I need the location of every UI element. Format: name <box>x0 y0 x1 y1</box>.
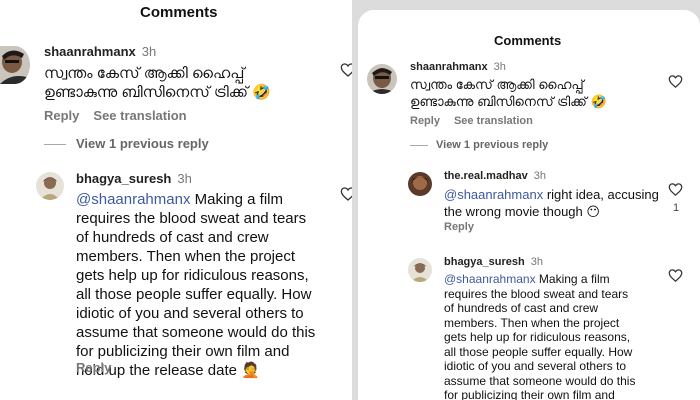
mention-link[interactable]: @shaanrahmanx <box>76 191 190 208</box>
comment-text-line: members. Then when the project <box>76 248 296 265</box>
comment-text: സ്വന്തം കേസ് ആക്കി ഹൈപ്പ് ഉണ്ടാകുന്നു ബി… <box>410 76 607 110</box>
comment-time: 3h <box>177 171 192 186</box>
comment-actions: Reply <box>76 360 111 375</box>
view-previous-replies[interactable]: View 1 previous reply <box>410 139 548 151</box>
comment-time: 3h <box>493 61 506 73</box>
comment-text-line: right idea, accusing <box>543 187 659 202</box>
comment-actions: Reply See translation <box>44 108 187 123</box>
comment-time: 3h <box>141 44 157 59</box>
comment-text-line: hold up the release date 🤦 <box>76 362 260 379</box>
comment-text: സ്വന്തം കേസ് ആക്കി ഹൈപ്പ് ഉണ്ടാകുന്നു ബി… <box>44 64 271 102</box>
comment-text-line: gets help up for ridiculous reasons, <box>444 330 631 344</box>
comment-text-line: Making a film <box>535 272 610 286</box>
comment-text-line: സ്വന്തം കേസ് ആക്കി ഹൈപ്പ് <box>44 65 245 82</box>
comment-time: 3h <box>530 256 543 268</box>
comments-title: Comments <box>494 33 562 48</box>
mention-link[interactable]: @shaanrahmanx <box>444 187 543 202</box>
comment-actions: Reply See translation <box>410 115 533 127</box>
mention-link[interactable]: @shaanrahmanx <box>444 272 536 286</box>
comment-text-line: requires the blood sweat and tears <box>444 286 629 301</box>
comment-username[interactable]: bhagya_suresh 3h <box>76 171 192 186</box>
avatar[interactable] <box>367 64 397 94</box>
comment-text-line: all those people suffer equally. How <box>76 286 312 303</box>
reply-button[interactable]: Reply <box>410 115 440 127</box>
heart-icon[interactable] <box>340 62 352 78</box>
comment-text-line: of hundreds of cast and crew <box>76 229 269 246</box>
avatar[interactable] <box>36 172 64 200</box>
comments-sheet: Comments shaanrahmanx 3h സ്വന്തം കേസ് ആക്… <box>358 10 700 400</box>
comment-text: @shaanrahmanx Making a film requires the… <box>76 190 315 380</box>
see-translation-button[interactable]: See translation <box>454 115 533 127</box>
comment-username[interactable]: bhagya_suresh 3h <box>444 256 543 268</box>
comment-text-line: assume that someone would do this <box>444 373 636 388</box>
comment-username[interactable]: shaanrahmanx 3h <box>410 61 506 73</box>
comment-text-line: the wrong movie though 😶 <box>444 204 600 219</box>
comments-title: Comments <box>140 4 218 21</box>
left-comments-panel: Comments shaanrahmanx 3h സ്വന്തം കേസ് ആക്… <box>0 0 352 400</box>
comment-text-line: idiotic of you and several others to <box>444 359 627 373</box>
heart-icon[interactable] <box>668 182 683 197</box>
view-replies-label[interactable]: View 1 previous reply <box>436 139 548 151</box>
username-text[interactable]: bhagya_suresh <box>444 256 525 268</box>
heart-icon[interactable] <box>340 186 352 202</box>
comment-actions: Reply <box>444 221 474 233</box>
heart-icon[interactable] <box>668 74 683 89</box>
comment-text-line: for publicizing their own film and <box>76 343 290 360</box>
username-text[interactable]: the.real.madhav <box>444 170 528 182</box>
comment-text-line: ഉണ്ടാകുന്നു ബിസിനെസ് ട്രിക്ക് 🤣 <box>410 94 607 109</box>
username-text[interactable]: bhagya_suresh <box>76 171 171 186</box>
comment-text-line: ഉണ്ടാകുന്നു ബിസിനെസ് ട്രിക്ക് 🤣 <box>44 84 271 101</box>
reply-button[interactable]: Reply <box>44 108 79 123</box>
divider-line <box>410 144 428 146</box>
comment-username[interactable]: the.real.madhav 3h <box>444 170 546 182</box>
divider-line <box>44 144 66 146</box>
comment-text-line: Making a film <box>190 191 283 208</box>
comment-text-line: members. Then when the project <box>444 315 620 330</box>
comment-time: 3h <box>533 170 547 182</box>
heart-icon[interactable] <box>668 268 683 283</box>
comment-text-line: gets help up for ridiculous reasons, <box>76 267 309 284</box>
comment-text-line: for publicizing their own film and <box>444 388 615 400</box>
comment-text-line: സ്വന്തം കേസ് ആക്കി ഹൈപ്പ് <box>410 77 584 92</box>
comment-text-line: assume that someone would do this <box>76 324 316 341</box>
comment-text-line: all those people suffer equally. How <box>444 344 633 359</box>
username-text[interactable]: shaanrahmanx <box>410 61 488 73</box>
avatar[interactable] <box>408 258 432 282</box>
comment-text-line: idiotic of you and several others to <box>76 305 304 322</box>
comment-text: @shaanrahmanx right idea, accusing the w… <box>444 186 659 220</box>
like-count: 1 <box>673 202 680 214</box>
view-replies-label[interactable]: View 1 previous reply <box>76 136 209 151</box>
reply-button[interactable]: Reply <box>444 221 474 233</box>
view-previous-replies[interactable]: View 1 previous reply <box>44 136 209 151</box>
comment-text: @shaanrahmanx Making a film requires the… <box>444 272 635 400</box>
avatar[interactable] <box>0 46 30 84</box>
right-comments-panel: Comments shaanrahmanx 3h സ്വന്തം കേസ് ആക്… <box>352 0 700 400</box>
avatar[interactable] <box>408 172 432 196</box>
see-translation-button[interactable]: See translation <box>93 108 186 123</box>
comment-text-line: requires the blood sweat and tears <box>76 210 307 227</box>
reply-button[interactable]: Reply <box>76 360 111 375</box>
comment-text-line: of hundreds of cast and crew <box>444 301 599 315</box>
comment-username[interactable]: shaanrahmanx 3h <box>44 44 156 59</box>
username-text[interactable]: shaanrahmanx <box>44 44 136 59</box>
